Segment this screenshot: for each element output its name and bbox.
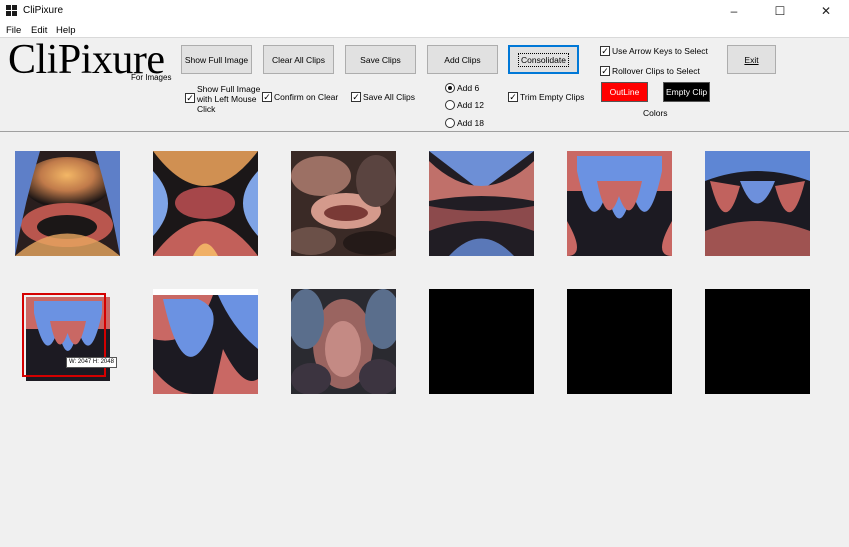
minimize-icon: – (730, 4, 738, 18)
consolidate-button[interactable]: Consolidate (508, 45, 579, 74)
close-icon: ✕ (820, 4, 832, 18)
confirm-on-clear-checkbox[interactable]: ✓ Confirm on Clear (262, 92, 338, 102)
checkbox-check-icon: ✓ (508, 92, 518, 102)
use-arrow-keys-checkbox[interactable]: ✓ Use Arrow Keys to Select (600, 46, 708, 56)
add-18-radio[interactable]: Add 18 (445, 118, 484, 128)
clip-11[interactable] (567, 289, 672, 394)
checkbox-check-icon: ✓ (351, 92, 361, 102)
checkbox-check-icon: ✓ (185, 93, 195, 103)
outline-color-button[interactable]: OutLine (601, 82, 648, 102)
clip-5[interactable] (567, 151, 672, 256)
logo-subtitle: For Images (131, 73, 172, 82)
clip-6[interactable] (705, 151, 810, 256)
rollover-clips-checkbox[interactable]: ✓ Rollover Clips to Select (600, 66, 700, 76)
add-12-radio[interactable]: Add 12 (445, 100, 484, 110)
save-all-clips-checkbox[interactable]: ✓ Save All Clips (351, 92, 415, 102)
title-bar: CliPixure – ☐ ✕ (0, 0, 849, 22)
clear-all-clips-button[interactable]: Clear All Clips (263, 45, 334, 74)
close-button[interactable]: ✕ (803, 0, 849, 22)
checkbox-check-icon: ✓ (262, 92, 272, 102)
empty-clip-color-button[interactable]: Empty Clip (663, 82, 710, 102)
clip-12[interactable] (705, 289, 810, 394)
menu-help[interactable]: Help (56, 25, 76, 36)
maximize-button[interactable]: ☐ (757, 0, 803, 22)
add-clips-button[interactable]: Add Clips (427, 45, 498, 74)
maximize-icon: ☐ (774, 4, 786, 18)
clip-9[interactable] (291, 289, 396, 394)
minimize-button[interactable]: – (711, 0, 757, 22)
exit-button[interactable]: Exit (727, 45, 776, 74)
clip-2[interactable] (153, 151, 258, 256)
clip-10[interactable] (429, 289, 534, 394)
checkbox-check-icon: ✓ (600, 66, 610, 76)
clip-8[interactable] (153, 289, 258, 394)
clip-3[interactable] (291, 151, 396, 256)
add-6-radio[interactable]: Add 6 (445, 83, 479, 93)
show-full-image-left-click-checkbox[interactable]: ✓ Show Full Image with Left Mouse Click (185, 84, 261, 114)
app-icon (6, 5, 17, 16)
clip-4[interactable] (429, 151, 534, 256)
clip-1[interactable] (15, 151, 120, 256)
show-full-image-button[interactable]: Show Full Image (181, 45, 252, 74)
window-title: CliPixure (23, 5, 64, 16)
radio-icon (445, 100, 455, 110)
save-clips-button[interactable]: Save Clips (345, 45, 416, 74)
menu-edit[interactable]: Edit (31, 25, 47, 36)
menu-bar: File Edit Help (0, 22, 849, 38)
menu-file[interactable]: File (6, 25, 21, 36)
clip-size-tooltip: W: 2047 H: 2048 (66, 357, 117, 368)
trim-empty-clips-checkbox[interactable]: ✓ Trim Empty Clips (508, 92, 584, 102)
checkbox-check-icon: ✓ (600, 46, 610, 56)
toolbar: CliPixure For Images Show Full Image Cle… (0, 38, 849, 132)
colors-label: Colors (643, 108, 668, 118)
radio-icon (445, 118, 455, 128)
radio-selected-icon (445, 83, 455, 93)
